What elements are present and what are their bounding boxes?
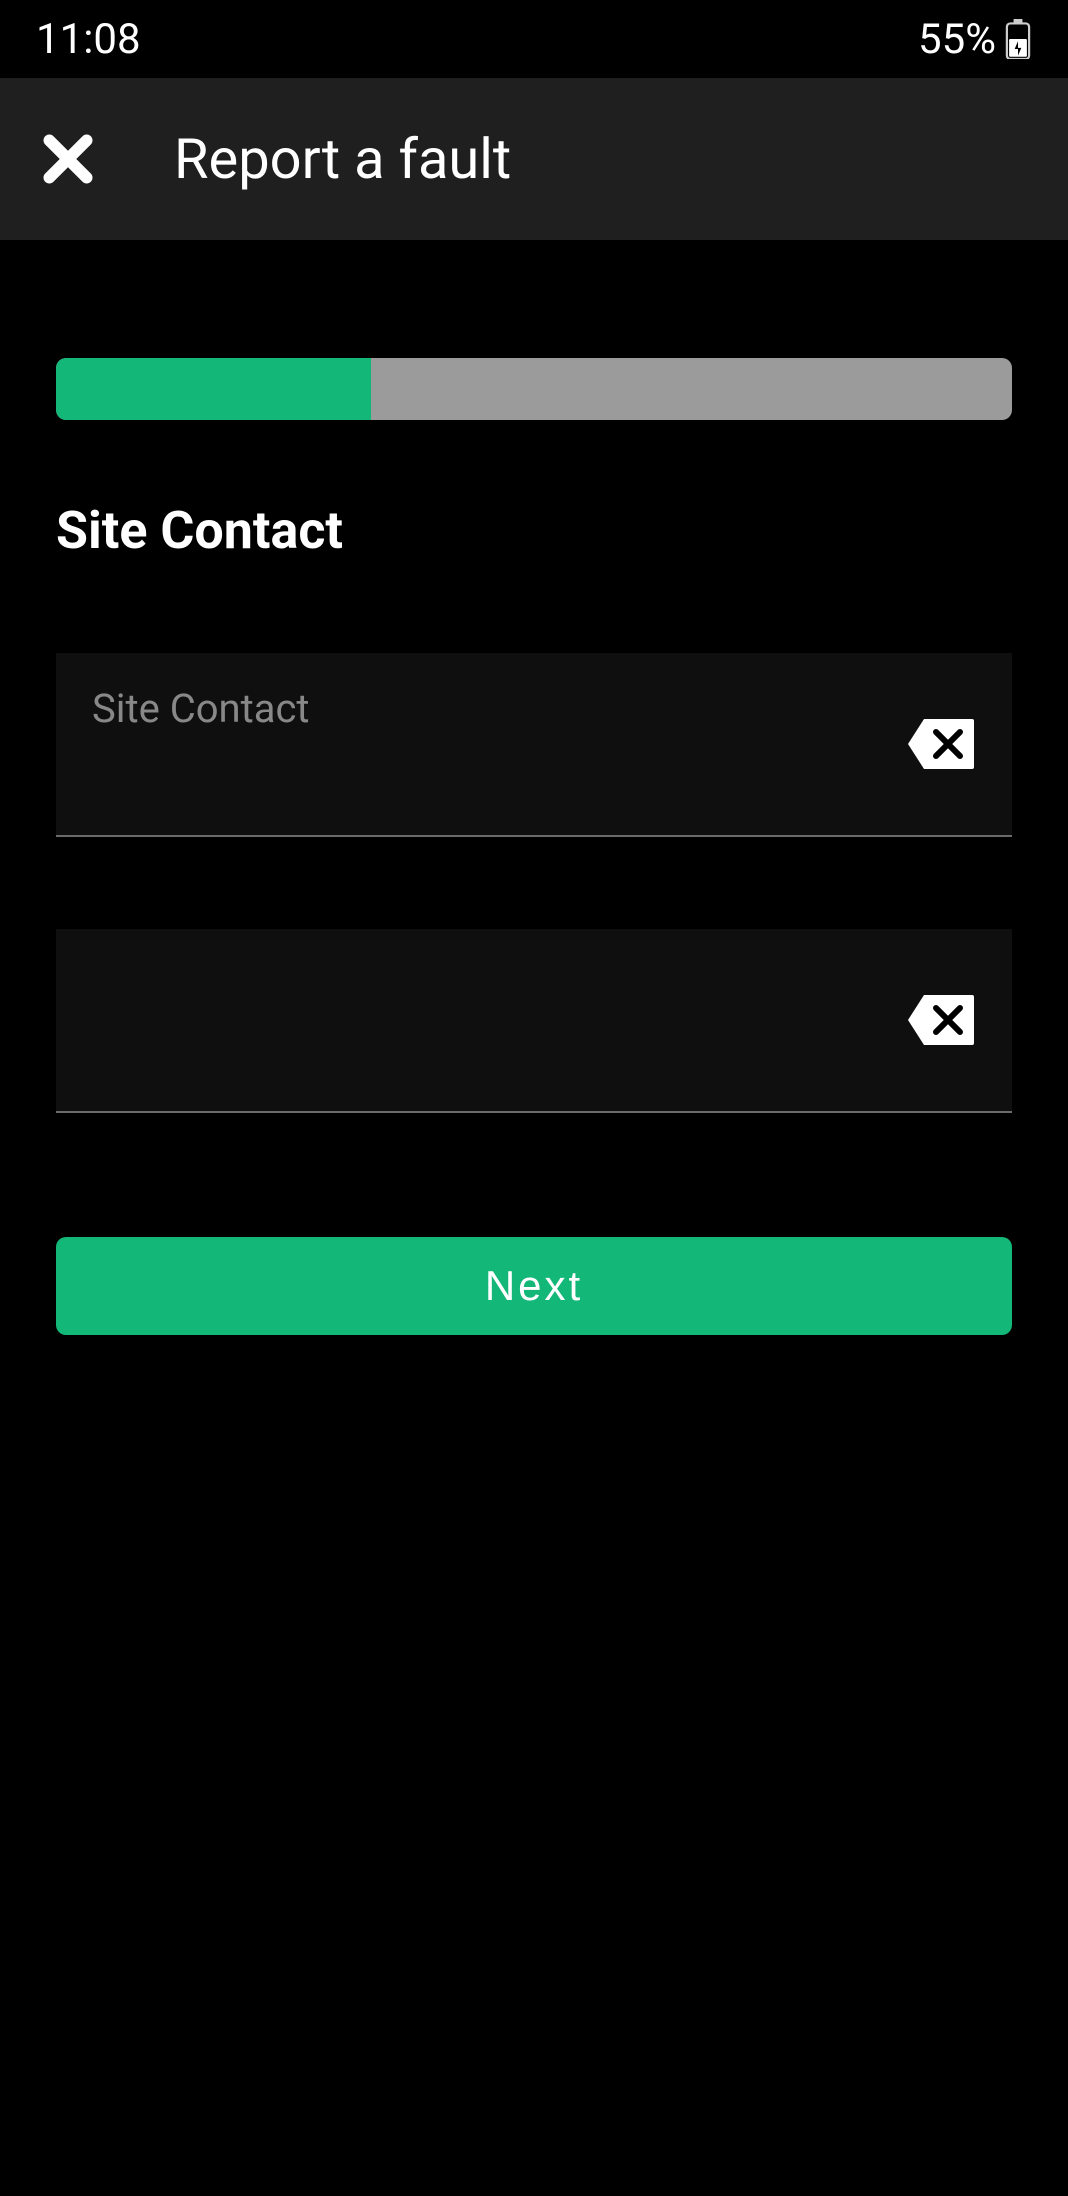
- site-contact-input-container[interactable]: Site Contact: [56, 653, 1012, 837]
- battery-percent: 55%: [918, 15, 996, 64]
- section-title: Site Contact: [56, 500, 1012, 561]
- site-contact-field-group: Site Contact: [56, 653, 1012, 837]
- status-time: 11:08: [36, 15, 141, 64]
- clear-input-icon[interactable]: [906, 717, 976, 771]
- close-icon[interactable]: [40, 131, 96, 187]
- clear-input-icon[interactable]: [906, 993, 976, 1047]
- second-input[interactable]: [92, 1015, 976, 1065]
- second-input-container[interactable]: [56, 929, 1012, 1113]
- next-button[interactable]: Next: [56, 1237, 1012, 1335]
- battery-icon: [1004, 19, 1032, 59]
- second-field-group: [56, 929, 1012, 1113]
- content-area: Site Contact Site Contact Next: [0, 240, 1068, 1335]
- site-contact-label: Site Contact: [92, 685, 310, 732]
- progress-fill: [56, 358, 371, 420]
- site-contact-input[interactable]: [92, 739, 976, 789]
- page-title: Report a fault: [174, 126, 511, 192]
- progress-bar: [56, 358, 1012, 420]
- status-right: 55%: [918, 15, 1032, 64]
- app-bar: Report a fault: [0, 78, 1068, 240]
- status-bar: 11:08 55%: [0, 0, 1068, 78]
